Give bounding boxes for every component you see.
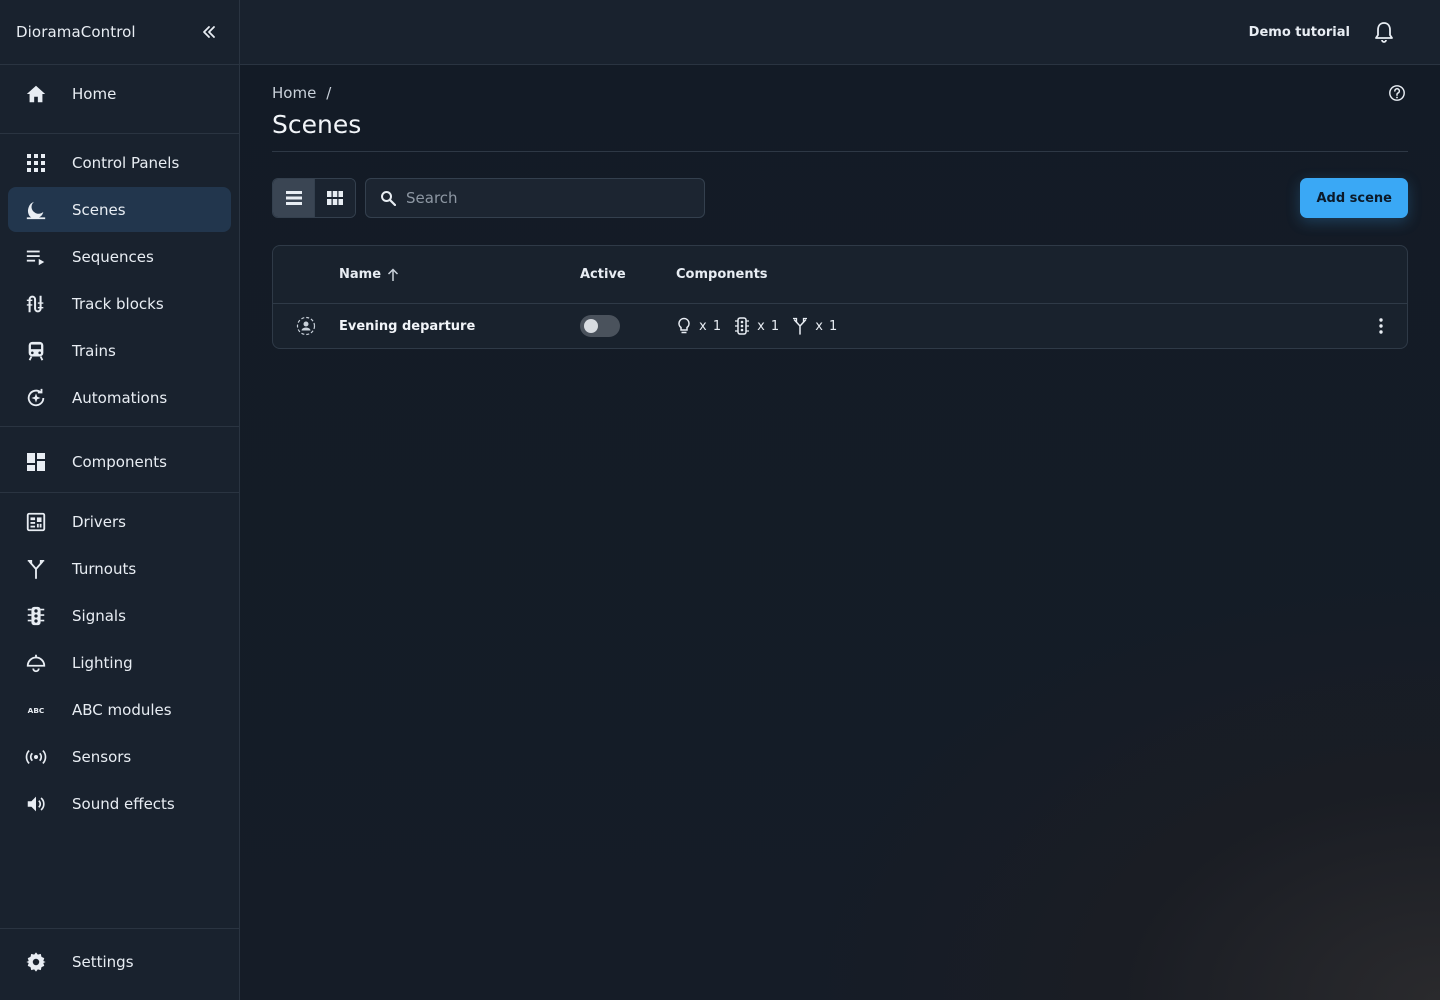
sidebar-item-sensors[interactable]: Sensors <box>8 734 231 779</box>
nav-group-hardware: Drivers Turnouts Signals Lighting ABC AB… <box>0 493 239 832</box>
column-header-name[interactable]: Name <box>339 267 381 282</box>
app-title: DioramaControl <box>16 23 136 41</box>
sidebar-item-label: Track blocks <box>72 294 164 313</box>
breadcrumb-separator: / <box>326 84 332 102</box>
sidebar-item-label: Sound effects <box>72 794 175 813</box>
sidebar-item-label: Automations <box>72 388 168 407</box>
list-icon <box>285 191 302 205</box>
sidebar-item-label: Components <box>72 452 167 471</box>
table-header: Name Active Components <box>273 246 1407 304</box>
components-icon <box>24 450 48 474</box>
scenes-table: Name Active Components Evening departure <box>272 245 1408 349</box>
sidebar-item-abc-modules[interactable]: ABC ABC modules <box>8 687 231 732</box>
bulb-icon <box>678 317 690 334</box>
component-count: x 1 <box>815 318 839 334</box>
sidebar-item-label: Sequences <box>72 247 154 266</box>
bell-icon[interactable] <box>1372 20 1396 44</box>
more-options-icon[interactable] <box>1369 314 1393 338</box>
gear-icon <box>24 950 48 974</box>
grid-icon <box>327 191 343 205</box>
sidebar-item-turnouts[interactable]: Turnouts <box>8 546 231 591</box>
signal-icon <box>735 317 750 335</box>
topbar: Demo tutorial <box>240 0 1440 65</box>
nav-group-settings: Settings <box>0 928 239 1000</box>
nav-group-components: Components <box>0 427 239 493</box>
sidebar-item-label: ABC modules <box>72 700 172 719</box>
sidebar-item-sound-effects[interactable]: Sound effects <box>8 781 231 826</box>
home-icon <box>24 82 48 106</box>
track-blocks-icon <box>24 292 48 316</box>
signal-icon <box>24 604 48 628</box>
main-content: Home / Scenes Add scene Name <box>272 65 1408 349</box>
nav-group-layout: Control Panels Scenes Sequences Track bl… <box>0 134 239 427</box>
sidebar-item-label: Trains <box>72 341 116 360</box>
sidebar: DioramaControl Home Control Panels Scene… <box>0 0 240 1000</box>
scene-name[interactable]: Evening departure <box>339 319 475 334</box>
sidebar-item-automations[interactable]: Automations <box>8 375 231 420</box>
sidebar-item-label: Signals <box>72 606 126 625</box>
active-toggle[interactable] <box>580 315 620 337</box>
component-count: x 1 <box>757 318 781 334</box>
abc-icon: ABC <box>24 698 48 722</box>
demo-tutorial-link[interactable]: Demo tutorial <box>1249 25 1350 40</box>
breadcrumb: Home / <box>272 84 1408 102</box>
brand-bar: DioramaControl <box>0 0 239 65</box>
scene-avatar-icon <box>296 316 316 336</box>
sidebar-item-label: Home <box>72 84 117 103</box>
list-view-button[interactable] <box>273 179 314 217</box>
breadcrumb-home-link[interactable]: Home <box>272 84 316 102</box>
sidebar-item-trains[interactable]: Trains <box>8 328 231 373</box>
nav-group-home: Home <box>0 65 239 134</box>
sidebar-item-track-blocks[interactable]: Track blocks <box>8 281 231 326</box>
sidebar-item-label: Sensors <box>72 747 132 766</box>
drivers-icon <box>24 510 48 534</box>
turnout-icon <box>793 317 808 335</box>
sidebar-item-label: Drivers <box>72 512 126 531</box>
search-box <box>365 178 705 218</box>
sort-ascending-icon[interactable] <box>387 267 399 282</box>
sidebar-item-sequences[interactable]: Sequences <box>8 234 231 279</box>
toggle-knob <box>584 319 598 333</box>
sidebar-item-settings[interactable]: Settings <box>8 939 231 984</box>
sidebar-item-control-panels[interactable]: Control Panels <box>8 140 231 185</box>
grid-view-button[interactable] <box>314 179 355 217</box>
train-icon <box>24 339 48 363</box>
scenes-icon <box>24 198 48 222</box>
sidebar-item-home[interactable]: Home <box>8 71 231 116</box>
column-header-active: Active <box>580 267 626 282</box>
svg-text:ABC: ABC <box>28 705 45 714</box>
sidebar-item-label: Lighting <box>72 653 133 672</box>
page-title: Scenes <box>272 110 1408 152</box>
collapse-sidebar-icon[interactable] <box>197 20 221 44</box>
add-scene-button[interactable]: Add scene <box>1300 178 1408 218</box>
help-icon[interactable] <box>1388 84 1408 104</box>
sound-icon <box>24 792 48 816</box>
sidebar-item-components[interactable]: Components <box>8 439 231 484</box>
automations-icon <box>24 386 48 410</box>
sidebar-item-label: Settings <box>72 952 134 971</box>
sidebar-item-lighting[interactable]: Lighting <box>8 640 231 685</box>
sidebar-item-scenes[interactable]: Scenes <box>8 187 231 232</box>
sidebar-item-signals[interactable]: Signals <box>8 593 231 638</box>
component-count: x 1 <box>699 318 723 334</box>
sidebar-item-label: Control Panels <box>72 153 180 172</box>
lighting-icon <box>24 651 48 675</box>
toolbar: Add scene <box>272 178 1408 218</box>
sidebar-item-label: Scenes <box>72 200 126 219</box>
search-icon <box>380 190 396 206</box>
sidebar-item-label: Turnouts <box>72 559 137 578</box>
table-row[interactable]: Evening departure x 1 x 1 x 1 <box>273 304 1407 348</box>
search-input[interactable] <box>406 189 686 207</box>
view-toggle <box>272 178 356 218</box>
grid-icon <box>24 151 48 175</box>
sensor-icon <box>24 745 48 769</box>
component-count-turnouts: x 1 <box>792 317 838 335</box>
component-count-lighting: x 1 <box>676 317 722 335</box>
component-count-signals: x 1 <box>734 317 780 335</box>
turnout-icon <box>24 557 48 581</box>
column-header-components: Components <box>676 267 768 282</box>
sequences-icon <box>24 245 48 269</box>
sidebar-item-drivers[interactable]: Drivers <box>8 499 231 544</box>
